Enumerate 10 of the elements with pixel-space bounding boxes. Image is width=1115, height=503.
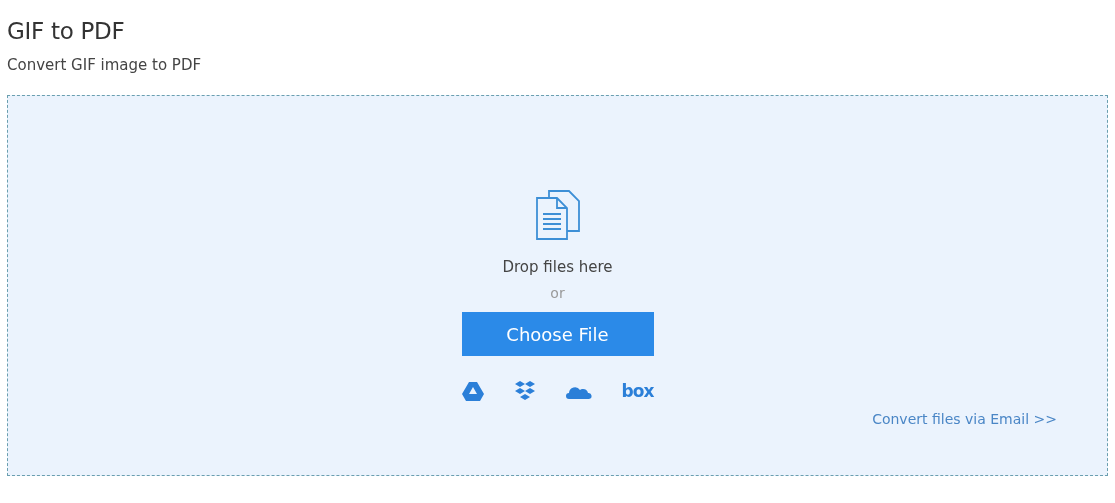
drop-zone[interactable]: Drop files here or Choose File box Convert files via Email >> — [7, 95, 1108, 476]
email-link[interactable]: Convert files via Email >> — [872, 411, 1057, 427]
documents-icon — [534, 190, 581, 240]
drop-prompt: Drop files here — [502, 258, 613, 276]
box-stack-icon[interactable] — [513, 381, 536, 401]
box-logo[interactable]: box — [621, 381, 654, 401]
choose-file-button[interactable]: Choose File — [461, 312, 654, 356]
page-title: GIF to PDF — [7, 18, 126, 44]
page-subtitle: Convert GIF image to PDF — [7, 56, 203, 74]
or-separator: or — [550, 285, 565, 301]
